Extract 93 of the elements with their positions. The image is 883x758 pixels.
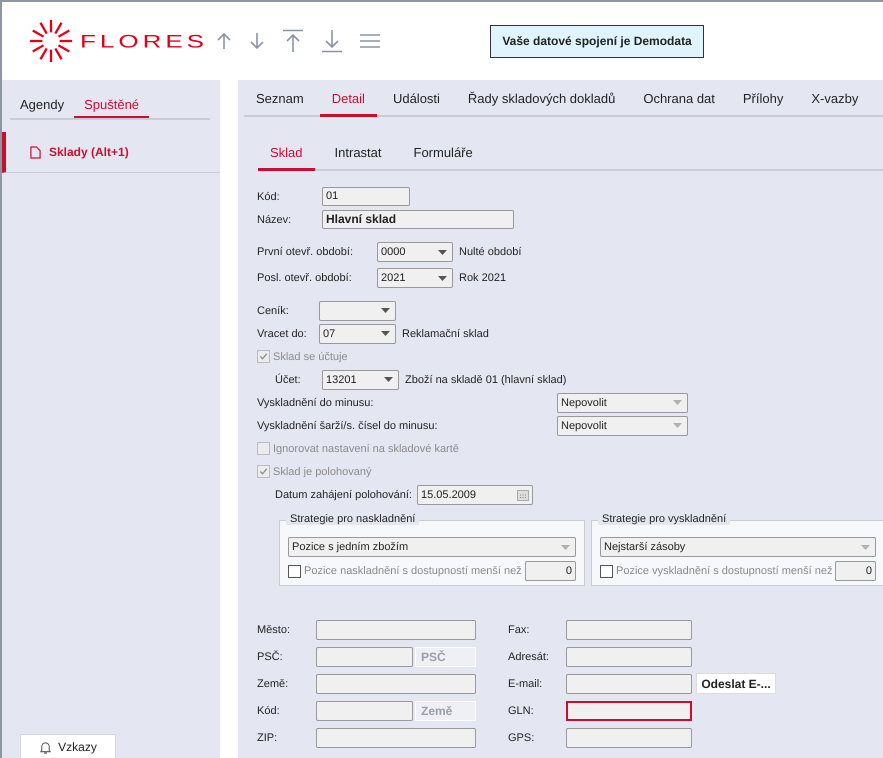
tab[interactable]: X-vazby: [799, 91, 870, 117]
field-label: Ceník:: [257, 304, 290, 316]
input-field[interactable]: [316, 646, 413, 666]
caret-icon: [673, 400, 682, 405]
input-field[interactable]: [566, 700, 692, 720]
send-email-button[interactable]: Odeslat E-...: [696, 673, 776, 694]
messages-button[interactable]: Vzkazy: [20, 734, 116, 758]
input-field[interactable]: [316, 728, 476, 748]
input-field[interactable]: [566, 646, 692, 666]
sidebar-item-label: Sklady (Alt+1): [49, 145, 129, 159]
checkbox-label: Sklad je polohovaný: [273, 466, 372, 478]
caret-icon: [381, 331, 390, 336]
field-label: Země:: [257, 678, 290, 690]
calendar-icon: [516, 488, 529, 500]
arrow-down-icon[interactable]: [249, 32, 266, 50]
value-description: Nulté období: [459, 246, 522, 258]
caret-icon: [673, 423, 682, 428]
subtab[interactable]: Intrastat: [322, 145, 394, 171]
field-label: Adresát:: [508, 650, 550, 662]
arrow-to-top-icon[interactable]: [282, 29, 304, 53]
dropdown[interactable]: 13201: [322, 370, 399, 390]
bell-icon: [39, 740, 52, 754]
input-field[interactable]: 01: [322, 187, 410, 206]
field-label: E-mail:: [508, 678, 544, 690]
field-label: ZIP:: [257, 732, 278, 744]
sidebar-tab[interactable]: Agendy: [10, 92, 74, 118]
tab[interactable]: Ochrana dat: [631, 91, 727, 117]
caret-icon: [561, 544, 570, 550]
logo-text: FLORES: [80, 30, 208, 52]
value-description: Reklamační sklad: [402, 328, 489, 340]
checkbox[interactable]: [288, 564, 301, 578]
dropdown[interactable]: 0000: [377, 242, 453, 262]
field-label: Datum zahájení polohování:: [275, 488, 412, 500]
number-field[interactable]: 0: [524, 561, 576, 581]
tab[interactable]: Události: [380, 91, 452, 117]
input-field[interactable]: [566, 674, 692, 694]
field-label: GLN:: [508, 704, 535, 716]
field-label: Účet:: [275, 374, 302, 386]
checkbox-label: Pozice vyskladnění s dostupností menší než: [616, 565, 832, 577]
checkbox-label: Sklad se účtuje: [273, 350, 348, 362]
dropdown[interactable]: 07: [319, 324, 396, 344]
input-field[interactable]: Hlavní sklad: [322, 210, 514, 229]
field-label: Vyskladnění šarží/s. čísel do minusu:: [257, 420, 439, 432]
checkbox-label: Ignorovat nastavení na skladové kartě: [273, 442, 459, 454]
sidebar-item[interactable]: Sklady (Alt+1): [2, 132, 220, 173]
tab[interactable]: Detail: [320, 91, 377, 117]
field-label: První otevř. období:: [257, 246, 354, 258]
input-field[interactable]: [316, 700, 413, 720]
arrow-up-icon[interactable]: [216, 32, 232, 50]
field-label: PSČ:: [257, 650, 284, 662]
field-label: Fax:: [508, 624, 530, 636]
dropdown[interactable]: Nepovolit: [557, 392, 688, 412]
tab[interactable]: Řady skladových dokladů: [456, 91, 628, 117]
caret-icon: [381, 308, 390, 313]
sidebar-tab[interactable]: Spuštěné: [74, 92, 150, 118]
value-description: Zboží na skladě 01 (hlavní sklad): [405, 374, 566, 386]
dropdown[interactable]: 2021: [377, 268, 453, 288]
dropdown[interactable]: Nejstarší zásoby: [600, 537, 876, 557]
checkbox[interactable]: [600, 564, 613, 578]
checkbox-label: Pozice naskladnění s dostupností menší než: [304, 565, 522, 577]
dropdown[interactable]: [319, 300, 396, 320]
field-label: Město:: [257, 624, 292, 636]
panel-title: Strategie pro vyskladnění: [598, 513, 730, 525]
input-field[interactable]: [316, 620, 476, 640]
caret-icon: [861, 544, 870, 550]
field-label: Vracet do:: [257, 328, 308, 340]
field-label: Posl. otevř. období:: [257, 272, 353, 284]
document-icon: [30, 146, 41, 158]
dropdown[interactable]: Pozice s jedním zbožím: [288, 537, 576, 557]
panel-title: Strategie pro naskladnění: [286, 513, 420, 525]
caret-icon: [384, 377, 393, 382]
field-label: Kód:: [257, 190, 281, 202]
subtab[interactable]: Formuláře: [402, 145, 485, 171]
input-field[interactable]: [566, 620, 692, 640]
arrow-to-bottom-icon[interactable]: [321, 29, 344, 53]
input-field[interactable]: [316, 674, 476, 694]
caret-icon: [438, 276, 447, 280]
field-label: Název:: [257, 214, 292, 226]
dropdown[interactable]: Nepovolit: [557, 416, 688, 436]
field-label: GPS:: [508, 732, 536, 744]
tab[interactable]: Seznam: [244, 91, 316, 117]
number-field[interactable]: 0: [835, 561, 876, 581]
input-field[interactable]: [566, 728, 692, 748]
value-description: Rok 2021: [459, 272, 506, 284]
subtab[interactable]: Sklad: [258, 145, 315, 171]
caret-icon: [438, 250, 447, 254]
connection-notice: Vaše datové spojení je Demodata: [490, 24, 704, 58]
menu-icon[interactable]: [360, 33, 380, 49]
starburst-logo-icon: [28, 18, 74, 64]
field-label: Kód:: [257, 704, 281, 716]
field-label: Vyskladnění do minusu:: [257, 396, 374, 408]
date-field[interactable]: 15.05.2009: [416, 484, 533, 504]
tab[interactable]: Přílohy: [730, 91, 796, 117]
